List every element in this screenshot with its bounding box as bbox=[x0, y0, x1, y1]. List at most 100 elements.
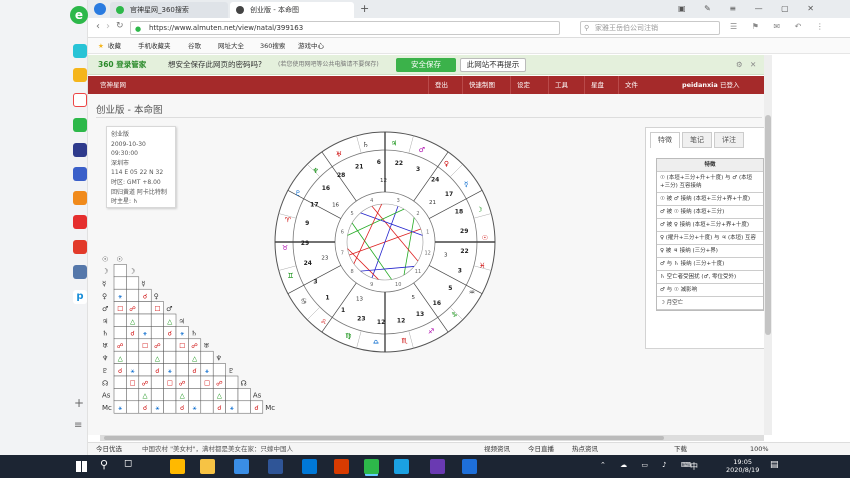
tab-chart[interactable]: 创业版 - 本命图 bbox=[230, 2, 354, 18]
nav-logout[interactable]: 登出 bbox=[428, 76, 454, 94]
grid-diagonal-label: ♇ bbox=[228, 367, 234, 375]
taskbar-app-icon[interactable] bbox=[334, 459, 349, 474]
scroll-thumb[interactable] bbox=[765, 115, 771, 335]
taskbar-app-icon[interactable] bbox=[234, 459, 249, 474]
taskbar-browser-icon[interactable] bbox=[364, 459, 379, 474]
browser-logo-icon[interactable]: e bbox=[70, 6, 88, 24]
nav-tools[interactable]: 工具 bbox=[548, 76, 574, 94]
grid-diagonal-label: ☊ bbox=[240, 379, 246, 387]
hscroll-thumb[interactable] bbox=[104, 436, 664, 440]
zodiac-glyph: ♅ bbox=[336, 150, 342, 158]
grid-diagonal-label: ♀ bbox=[154, 293, 159, 301]
taskbar-app-icon[interactable] bbox=[394, 459, 409, 474]
grid-cell bbox=[225, 388, 239, 402]
grid-diagonal-label: ♅ bbox=[203, 342, 209, 350]
url-input[interactable]: ● https://www.almuten.net/view/natal/399… bbox=[130, 21, 560, 35]
new-tab-button[interactable]: + bbox=[360, 2, 369, 15]
ime-indicator[interactable]: 中 bbox=[690, 461, 698, 472]
house-number: 7 bbox=[341, 251, 344, 257]
fav-star-icon: ★ bbox=[98, 42, 104, 50]
sidebar-game-icon[interactable] bbox=[73, 167, 87, 181]
sidebar-mail-icon[interactable] bbox=[73, 118, 87, 132]
taskbar-app-icon[interactable] bbox=[462, 459, 477, 474]
grid-cell bbox=[237, 400, 251, 414]
house-number: 11 bbox=[415, 269, 421, 275]
feature-row: ♀ 被 ♃ 接纳 (三分+界) bbox=[657, 245, 763, 258]
aspect-grid: ☉ ☉ ☽ ☽ ☿ ☿ ♀ ⚹ ☌ ♀ ♂ ☐ ☍ ☐ ♂ ♃ △ △ ♃ ♄ ☌ ⚹ ☌ ⚹ ♄ ♅ ☍ ☐ ☍ ☐ ☍ ♅ ♆ △ △ △ ♆ ♇ ☌ ⚹… bbox=[102, 255, 275, 414]
toolbar-icons[interactable]: ☰ ⚑ ✉ ↶ ⋮ bbox=[730, 22, 830, 31]
tab-nav-icon[interactable] bbox=[94, 3, 106, 15]
save-label: 安全保存 bbox=[411, 60, 441, 69]
sidebar-pdd-icon[interactable] bbox=[73, 240, 87, 254]
tab-notes[interactable]: 笔记 bbox=[682, 132, 712, 148]
back-icon[interactable]: ‹ bbox=[96, 21, 100, 32]
planet-degree: 22 bbox=[395, 160, 403, 167]
vertical-scrollbar[interactable] bbox=[764, 55, 772, 435]
taskbar-app-icon[interactable] bbox=[170, 459, 185, 474]
grid-cell bbox=[138, 301, 152, 315]
aspect-mark: ⚹ bbox=[131, 367, 135, 375]
zodiac-glyph: ♐ bbox=[428, 328, 434, 336]
taskbar-app-icon[interactable] bbox=[200, 459, 215, 474]
grid-cell bbox=[126, 288, 140, 302]
grid-planet-label: ♇ bbox=[102, 367, 108, 375]
feature-row: ♂ 与 ♄ 接纳 (三分+十度) bbox=[657, 258, 763, 271]
tab-search[interactable]: 官神星网_360搜索 bbox=[110, 2, 228, 18]
feature-row: ♂ 被 ☉ 接纳 (本垣+三分) bbox=[657, 206, 763, 219]
grid-cell bbox=[126, 338, 140, 352]
sidebar-book-icon[interactable] bbox=[73, 191, 87, 205]
nav-file[interactable]: 文件 bbox=[618, 76, 644, 94]
nav-quick-chart[interactable]: 快速制图 bbox=[462, 76, 501, 94]
taskbar-app-icon[interactable] bbox=[430, 459, 445, 474]
site-navbar: 宫神星网 登出 快速制图 设定 工具 星盘 文件 peidanxia 已登入 bbox=[88, 76, 764, 94]
sidebar-avatar-icon[interactable] bbox=[73, 265, 87, 279]
horizontal-scrollbar[interactable] bbox=[100, 435, 764, 441]
planet-degree: 18 bbox=[455, 209, 463, 216]
sidebar-video-icon[interactable] bbox=[73, 143, 87, 157]
clock[interactable]: 19:05 2020/8/19 bbox=[726, 458, 759, 474]
notify-close-icon[interactable]: ✕ bbox=[750, 55, 756, 75]
tray-icons[interactable]: ⌃ ☁ ▭ ♪ ⌨ bbox=[600, 461, 697, 469]
nav-settings[interactable]: 设定 bbox=[510, 76, 536, 94]
zodiac-glyph: ♂ bbox=[419, 146, 425, 154]
sidebar-app-icon[interactable] bbox=[73, 44, 87, 58]
grid-cell bbox=[175, 350, 189, 364]
aspect-mark: ☌ bbox=[217, 404, 221, 412]
forward-icon[interactable]: › bbox=[106, 21, 110, 32]
notification-icon[interactable]: ▤ bbox=[770, 460, 779, 470]
grid-diagonal-label: ♂ bbox=[166, 305, 172, 313]
aspect-mark: ☌ bbox=[130, 330, 134, 338]
fav-item[interactable]: 网址大全 bbox=[218, 38, 244, 54]
aspect-mark: ⚹ bbox=[193, 404, 197, 412]
taskbar-app-icon[interactable] bbox=[302, 459, 317, 474]
taskbar-search-icon[interactable]: ⚲ bbox=[100, 458, 108, 471]
nav-chart[interactable]: 星盘 bbox=[584, 76, 610, 94]
windows-start-icon[interactable] bbox=[76, 461, 87, 472]
zodiac-glyph: ♄ bbox=[362, 141, 368, 149]
fav-item[interactable]: 手机收藏夹 bbox=[138, 38, 171, 54]
never-save-button[interactable]: 此网站不再提示 bbox=[460, 58, 526, 72]
sidebar-add-icon[interactable]: + bbox=[74, 396, 84, 410]
sidebar-pay-icon[interactable]: p bbox=[73, 290, 87, 304]
inner-degree: 5 bbox=[412, 295, 416, 301]
planet-degree: 17 bbox=[445, 191, 453, 198]
taskbar-taskview-icon[interactable]: ◻ bbox=[124, 458, 132, 469]
sidebar-shop-icon[interactable] bbox=[73, 215, 87, 229]
save-password-button[interactable]: 安全保存 bbox=[396, 58, 456, 72]
taskbar-app-icon[interactable] bbox=[268, 459, 283, 474]
house-number: 10 bbox=[395, 282, 401, 288]
notify-settings-icon[interactable]: ⚙ bbox=[736, 55, 743, 75]
tab-details[interactable]: 详注 bbox=[714, 132, 744, 148]
tab-features[interactable]: 特徵 bbox=[650, 132, 680, 148]
site-logo[interactable]: 宫神星网 bbox=[100, 76, 126, 94]
fav-item[interactable]: 360搜索 bbox=[260, 38, 285, 54]
refresh-icon[interactable]: ↻ bbox=[116, 21, 124, 31]
search-input[interactable]: ⚲ 家雅王岳伯公司注销 bbox=[580, 21, 720, 35]
sidebar-weibo-icon[interactable] bbox=[73, 93, 87, 107]
sidebar-star-icon[interactable] bbox=[73, 68, 87, 82]
fav-item[interactable]: 谷歌 bbox=[188, 38, 201, 54]
sidebar-menu-icon[interactable]: ≡ bbox=[74, 420, 82, 431]
fav-item[interactable]: 收藏 bbox=[108, 38, 121, 54]
aspect-mark: ⚹ bbox=[118, 293, 122, 301]
fav-item[interactable]: 游戏中心 bbox=[298, 38, 324, 54]
